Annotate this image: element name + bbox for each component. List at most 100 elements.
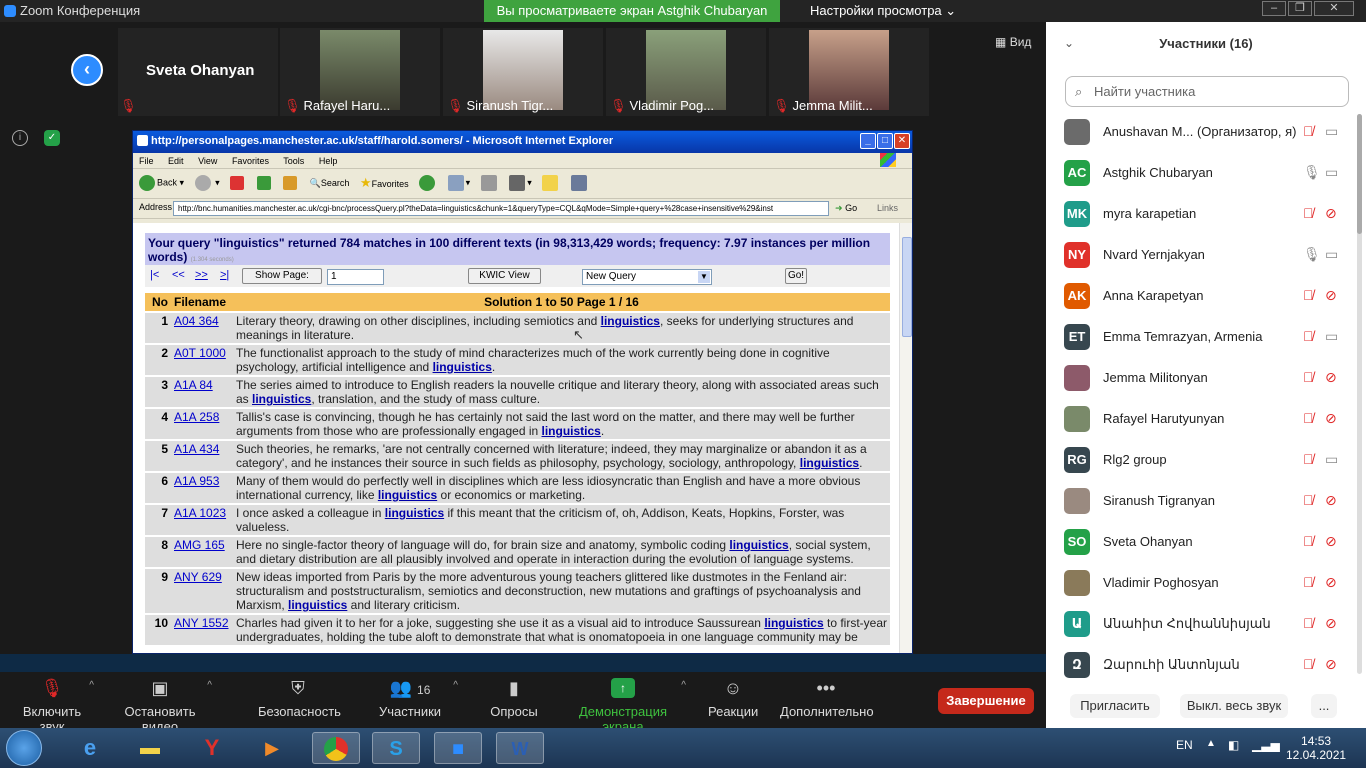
- video-tile[interactable]: 🎙 Jemma Milit...: [769, 28, 929, 116]
- participant-row[interactable]: Rafayel Harutyunyan 🎙̸ ⊘: [1046, 399, 1356, 440]
- links-button[interactable]: Links: [877, 203, 898, 213]
- address-input[interactable]: http://bnc.humanities.manchester.ac.uk/c…: [173, 201, 829, 216]
- menu-file[interactable]: File: [139, 156, 154, 166]
- participant-row[interactable]: Vladimir Poghosyan 🎙̸ ⊘: [1046, 563, 1356, 604]
- go-query-button[interactable]: Go!: [785, 268, 807, 284]
- video-tile[interactable]: 🎙 Siranush Tigr...: [443, 28, 603, 116]
- filename-link[interactable]: ANY 1552: [171, 615, 233, 645]
- home-button[interactable]: [283, 176, 299, 190]
- mic-muted-icon[interactable]: 🎙̸: [1303, 369, 1314, 385]
- participant-row[interactable]: Siranush Tigranyan 🎙̸ ⊘: [1046, 481, 1356, 522]
- participant-row[interactable]: AK Anna Karapetyan 🎙̸ ⊘: [1046, 276, 1356, 317]
- keyword-link[interactable]: linguistics: [764, 616, 823, 630]
- internet-explorer-icon[interactable]: e: [66, 732, 114, 764]
- participant-search-input[interactable]: ⌕ Найти участника: [1065, 76, 1349, 107]
- forward-button[interactable]: ▾: [194, 175, 220, 191]
- next-page-link[interactable]: >>: [195, 269, 208, 281]
- mute-all-button[interactable]: Выкл. весь звук: [1180, 694, 1288, 718]
- mic-muted-icon[interactable]: 🎙̸: [1303, 328, 1314, 344]
- chevron-up-icon[interactable]: ^: [453, 680, 458, 691]
- last-page-link[interactable]: >|: [220, 269, 229, 281]
- panel-more-button[interactable]: ...: [1311, 694, 1337, 718]
- camera-off-icon[interactable]: ⊘: [1325, 287, 1337, 304]
- tray-expand-icon[interactable]: ▲: [1206, 738, 1216, 749]
- mic-muted-icon[interactable]: 🎙̸: [1303, 574, 1314, 590]
- mic-muted-icon[interactable]: 🎙̸: [1303, 533, 1314, 549]
- camera-icon[interactable]: ▭: [1325, 451, 1338, 468]
- mail-button[interactable]: ▾: [447, 175, 470, 191]
- menu-edit[interactable]: Edit: [168, 156, 184, 166]
- ie-close-button[interactable]: ✕: [894, 133, 910, 149]
- camera-off-icon[interactable]: ⊘: [1325, 656, 1337, 673]
- view-options-menu[interactable]: Настройки просмотра ⌄: [810, 3, 956, 19]
- first-page-link[interactable]: |<: [150, 269, 159, 281]
- keyword-link[interactable]: linguistics: [433, 360, 492, 374]
- filename-link[interactable]: A0T 1000: [171, 345, 233, 375]
- refresh-button[interactable]: [256, 176, 273, 190]
- yandex-icon[interactable]: Y: [188, 732, 236, 764]
- more-button[interactable]: ••• Дополнительно: [780, 678, 874, 719]
- stop-button[interactable]: [230, 176, 246, 190]
- start-button[interactable]: [6, 730, 42, 766]
- scroll-thumb[interactable]: [1357, 114, 1362, 234]
- polls-button[interactable]: ▮ Опросы: [488, 678, 540, 719]
- mic-muted-icon[interactable]: 🎙̸: [1303, 615, 1314, 631]
- participant-row[interactable]: ET Emma Temrazyan, Armenia 🎙̸ ▭: [1046, 317, 1356, 358]
- menu-view[interactable]: View: [198, 156, 217, 166]
- go-button[interactable]: ➜ Go: [835, 203, 857, 214]
- language-indicator[interactable]: EN: [1176, 738, 1193, 752]
- word-icon[interactable]: W: [496, 732, 544, 764]
- camera-off-icon[interactable]: ⊘: [1325, 574, 1337, 591]
- zoom-icon[interactable]: ■: [434, 732, 482, 764]
- close-button[interactable]: ✕: [1314, 1, 1354, 16]
- keyword-link[interactable]: linguistics: [385, 506, 444, 520]
- tools-button[interactable]: [570, 175, 589, 191]
- filename-link[interactable]: A1A 434: [171, 441, 233, 471]
- scroll-thumb[interactable]: [902, 237, 912, 337]
- ie-scrollbar[interactable]: [899, 223, 912, 653]
- query-select[interactable]: New Query ▼: [582, 269, 712, 285]
- minimize-button[interactable]: –: [1262, 1, 1286, 16]
- participant-row[interactable]: Զ Զարուհի Անտոնյան 🎙̸ ⊘: [1046, 645, 1356, 686]
- page-number-input[interactable]: 1: [327, 269, 384, 285]
- chevron-up-icon[interactable]: ^: [207, 680, 212, 691]
- camera-off-icon[interactable]: ⊘: [1325, 492, 1337, 509]
- history-button[interactable]: [419, 175, 437, 191]
- mic-muted-icon[interactable]: 🎙̸: [1303, 656, 1314, 672]
- favorites-button[interactable]: ★Favorites: [360, 175, 409, 191]
- keyword-link[interactable]: linguistics: [288, 598, 347, 612]
- folder-button[interactable]: [542, 175, 560, 191]
- camera-off-icon[interactable]: ⊘: [1325, 410, 1337, 427]
- view-button[interactable]: ▦ Вид: [995, 35, 1031, 49]
- filename-link[interactable]: AMG 165: [171, 537, 233, 567]
- camera-off-icon[interactable]: ⊘: [1325, 533, 1337, 550]
- mic-muted-icon[interactable]: 🎙̸: [1303, 123, 1314, 139]
- participant-row[interactable]: AC Astghik Chubaryan 🎙 ▭: [1046, 153, 1356, 194]
- participant-row[interactable]: NY Nvard Yernjakyan 🎙 ▭: [1046, 235, 1356, 276]
- camera-off-icon[interactable]: ⊘: [1325, 205, 1337, 222]
- participant-row[interactable]: Ա Անահիտ Հովհաննիսյան 🎙̸ ⊘: [1046, 604, 1356, 645]
- maximize-button[interactable]: ❐: [1288, 1, 1312, 16]
- show-page-button[interactable]: Show Page:: [242, 268, 322, 284]
- menu-favorites[interactable]: Favorites: [232, 156, 269, 166]
- filename-link[interactable]: A1A 84: [171, 377, 233, 407]
- filename-link[interactable]: A1A 258: [171, 409, 233, 439]
- shield-check-icon[interactable]: ✓: [44, 130, 60, 146]
- unmute-button[interactable]: 🎙 Включить звук ^: [10, 678, 94, 734]
- info-icon[interactable]: i: [12, 130, 28, 146]
- filename-link[interactable]: A1A 953: [171, 473, 233, 503]
- camera-icon[interactable]: ▭: [1325, 328, 1338, 345]
- keyword-link[interactable]: linguistics: [252, 392, 311, 406]
- camera-icon[interactable]: ▭: [1325, 246, 1338, 263]
- video-tile[interactable]: 🎙 Vladimir Pog...: [606, 28, 766, 116]
- keyword-link[interactable]: linguistics: [601, 314, 660, 328]
- media-player-icon[interactable]: ▶: [248, 732, 296, 764]
- keyword-link[interactable]: linguistics: [542, 424, 601, 438]
- stop-video-button[interactable]: ▣ Остановить видео ^: [108, 678, 212, 734]
- edit-button[interactable]: ▾: [509, 175, 532, 191]
- active-speaker-tile[interactable]: Sveta Ohanyan 🎙: [118, 28, 278, 116]
- print-button[interactable]: [480, 175, 499, 191]
- filename-link[interactable]: A04 364: [171, 313, 233, 343]
- security-button[interactable]: ⛨ Безопасность: [258, 678, 341, 719]
- camera-icon[interactable]: ▭: [1325, 164, 1338, 181]
